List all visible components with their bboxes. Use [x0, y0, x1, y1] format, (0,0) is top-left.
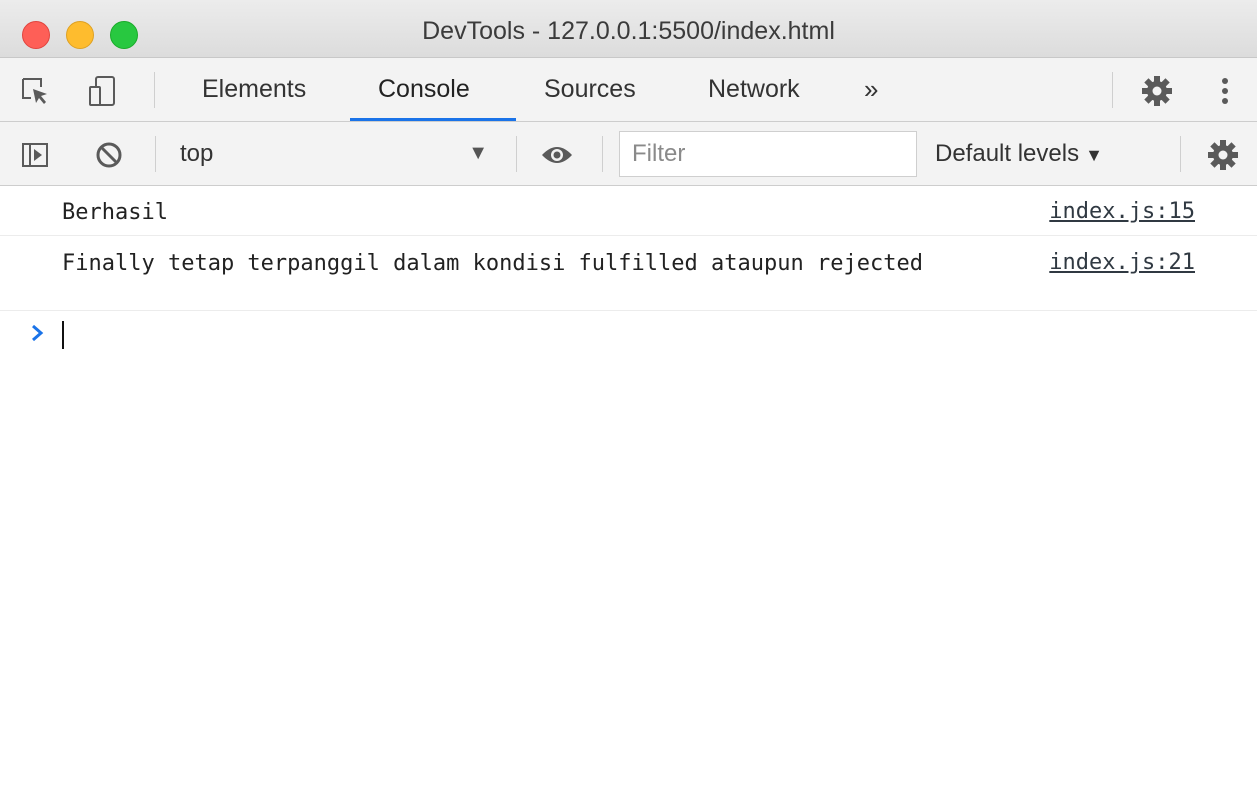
tab-console[interactable]: Console — [350, 58, 516, 121]
log-levels-label: Default levels — [935, 140, 1080, 167]
console-toolbar: top ▼ Default levels▼ — [0, 122, 1257, 186]
title-bar: DevTools - 127.0.0.1:5500/index.html — [0, 0, 1257, 58]
window-title: DevTools - 127.0.0.1:5500/index.html — [422, 17, 835, 45]
more-vertical-icon[interactable] — [1208, 74, 1242, 108]
chevron-down-icon: ▼ — [1085, 145, 1103, 165]
sidebar-toggle-icon[interactable] — [18, 138, 52, 172]
device-toolbar-icon[interactable] — [86, 74, 120, 108]
toolbar-divider — [602, 136, 603, 172]
context-value: top — [180, 140, 214, 167]
toolbar-divider — [516, 136, 517, 172]
clear-console-icon[interactable] — [92, 138, 126, 172]
console-message: Finally tetap terpanggil dalam kondisi f… — [0, 236, 1257, 311]
devtools-window: DevTools - 127.0.0.1:5500/index.html Ele… — [0, 0, 1257, 811]
more-tabs-button[interactable]: » — [864, 58, 878, 121]
context-selector[interactable]: top ▼ — [160, 122, 500, 185]
tab-sources[interactable]: Sources — [516, 58, 664, 121]
log-levels-dropdown[interactable]: Default levels ▼ — [935, 122, 1103, 185]
eye-icon[interactable] — [540, 138, 574, 172]
console-message: Berhasil index.js:15 — [0, 186, 1257, 236]
gear-icon[interactable] — [1140, 74, 1174, 108]
toolbar-divider — [154, 72, 155, 108]
filter-input[interactable] — [619, 131, 917, 177]
console-prompt[interactable] — [0, 311, 1257, 359]
console-output[interactable]: Berhasil index.js:15 Finally tetap terpa… — [0, 186, 1257, 811]
tab-elements[interactable]: Elements — [174, 58, 334, 121]
toolbar-divider — [1112, 72, 1113, 108]
text-caret — [62, 321, 64, 349]
console-input[interactable] — [66, 315, 1237, 357]
console-source-link[interactable]: index.js:15 — [1049, 199, 1195, 224]
toolbar-divider — [1180, 136, 1181, 172]
chevron-down-icon: ▼ — [468, 142, 488, 164]
console-source-link[interactable]: index.js:21 — [1049, 250, 1195, 275]
tab-network[interactable]: Network — [680, 58, 828, 121]
toolbar-divider — [155, 136, 156, 172]
main-toolbar: Elements Console Sources Network » — [0, 58, 1257, 122]
prompt-chevron-icon — [32, 324, 44, 342]
gear-icon[interactable] — [1206, 138, 1240, 172]
inspect-element-icon[interactable] — [18, 74, 52, 108]
